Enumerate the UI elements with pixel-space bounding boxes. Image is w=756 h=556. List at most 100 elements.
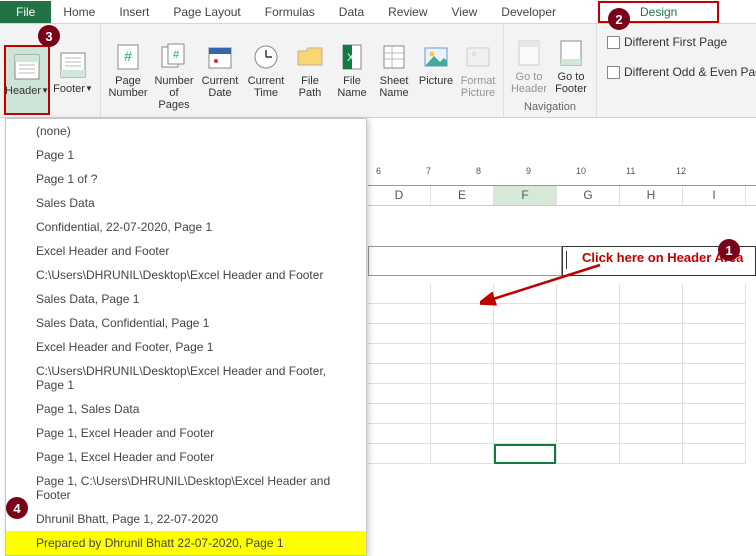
cell[interactable] xyxy=(431,384,494,404)
header-button[interactable]: Header▼ xyxy=(4,45,50,115)
dd-item[interactable]: Confidential, 22-07-2020, Page 1 xyxy=(6,215,366,239)
cell[interactable] xyxy=(557,384,620,404)
cell[interactable] xyxy=(683,384,746,404)
cell[interactable] xyxy=(368,364,431,384)
dd-item[interactable]: Dhrunil Bhatt, Page 1, 22-07-2020 xyxy=(6,507,366,531)
go-to-footer-button[interactable]: Go to Footer xyxy=(550,33,592,99)
different-odd-even-checkbox[interactable]: Different Odd & Even Pag xyxy=(601,62,756,82)
sheet-name-button[interactable]: Sheet Name xyxy=(373,37,415,115)
cell[interactable] xyxy=(683,444,746,464)
worksheet-area: 6 7 8 9 10 11 12 D E F G H I xyxy=(368,118,756,525)
tab-view[interactable]: View xyxy=(440,1,490,23)
cell[interactable] xyxy=(620,324,683,344)
cell[interactable] xyxy=(494,404,557,424)
number-of-pages-button[interactable]: # Number of Pages xyxy=(151,37,197,115)
cell[interactable] xyxy=(683,404,746,424)
cell[interactable] xyxy=(368,304,431,324)
tab-developer[interactable]: Developer xyxy=(489,1,568,23)
cell[interactable] xyxy=(368,384,431,404)
cell[interactable] xyxy=(431,324,494,344)
svg-text:#: # xyxy=(173,49,180,61)
dd-item[interactable]: Page 1, Sales Data xyxy=(6,397,366,421)
dd-item[interactable]: Page 1 of ? xyxy=(6,167,366,191)
cell[interactable] xyxy=(557,324,620,344)
cell[interactable] xyxy=(620,344,683,364)
tab-file[interactable]: File xyxy=(0,1,51,23)
cell[interactable] xyxy=(494,424,557,444)
cell[interactable] xyxy=(620,384,683,404)
file-path-button[interactable]: File Path xyxy=(289,37,331,115)
cell[interactable] xyxy=(620,444,683,464)
cell[interactable] xyxy=(620,404,683,424)
dd-item[interactable]: C:\Users\DHRUNIL\Desktop\Excel Header an… xyxy=(6,263,366,287)
cell[interactable] xyxy=(431,424,494,444)
cell[interactable] xyxy=(431,444,494,464)
cell[interactable] xyxy=(620,364,683,384)
cell[interactable] xyxy=(494,384,557,404)
cell[interactable] xyxy=(557,344,620,364)
cell[interactable] xyxy=(368,344,431,364)
dd-item[interactable]: C:\Users\DHRUNIL\Desktop\Excel Header an… xyxy=(6,359,366,397)
cell[interactable] xyxy=(431,364,494,384)
current-time-button[interactable]: Current Time xyxy=(243,37,289,115)
cell[interactable] xyxy=(368,424,431,444)
cell[interactable] xyxy=(431,404,494,424)
cell[interactable] xyxy=(683,324,746,344)
dd-item[interactable]: Page 1, Excel Header and Footer xyxy=(6,421,366,445)
different-first-page-checkbox[interactable]: Different First Page xyxy=(601,32,733,52)
cell[interactable] xyxy=(557,364,620,384)
cell[interactable] xyxy=(620,424,683,444)
tab-insert[interactable]: Insert xyxy=(107,1,161,23)
current-date-button[interactable]: Current Date xyxy=(197,37,243,115)
col-header[interactable]: F xyxy=(494,186,557,205)
cell[interactable] xyxy=(368,324,431,344)
cell[interactable] xyxy=(368,284,431,304)
cell[interactable] xyxy=(431,344,494,364)
dd-item[interactable]: Sales Data, Page 1 xyxy=(6,287,366,311)
dd-item[interactable]: Page 1 xyxy=(6,143,366,167)
cell[interactable] xyxy=(494,344,557,364)
cell[interactable] xyxy=(494,364,557,384)
cell[interactable] xyxy=(557,444,620,464)
tab-home[interactable]: Home xyxy=(51,1,107,23)
page-number-button[interactable]: # Page Number xyxy=(105,37,151,115)
calendar-icon xyxy=(204,41,236,73)
go-to-header-button[interactable]: Go to Header xyxy=(508,33,550,99)
cell[interactable] xyxy=(683,424,746,444)
dd-item-highlight[interactable]: Prepared by Dhrunil Bhatt 22-07-2020, Pa… xyxy=(6,531,366,555)
dd-item[interactable]: Page 1, Excel Header and Footer xyxy=(6,445,366,469)
format-picture-button[interactable]: Format Picture xyxy=(457,37,499,115)
dd-item[interactable]: (none) xyxy=(6,119,366,143)
dd-item[interactable]: Excel Header and Footer, Page 1 xyxy=(6,335,366,359)
cell[interactable] xyxy=(494,324,557,344)
col-header[interactable]: H xyxy=(620,186,683,205)
cell[interactable] xyxy=(557,424,620,444)
cell[interactable] xyxy=(494,444,557,464)
cell[interactable] xyxy=(620,304,683,324)
footer-button[interactable]: Footer▼ xyxy=(50,45,96,115)
picture-button[interactable]: Picture xyxy=(415,37,457,115)
cell[interactable] xyxy=(683,344,746,364)
cell[interactable] xyxy=(683,284,746,304)
tab-page-layout[interactable]: Page Layout xyxy=(161,1,252,23)
cell[interactable] xyxy=(368,404,431,424)
col-header[interactable]: E xyxy=(431,186,494,205)
tab-data[interactable]: Data xyxy=(327,1,376,23)
cell[interactable] xyxy=(557,404,620,424)
number-of-pages-icon: # xyxy=(158,41,190,73)
dd-item[interactable]: Sales Data, Confidential, Page 1 xyxy=(6,311,366,335)
tab-review[interactable]: Review xyxy=(376,1,439,23)
cell[interactable] xyxy=(683,304,746,324)
dd-item[interactable]: Sales Data xyxy=(6,191,366,215)
col-header[interactable]: I xyxy=(683,186,746,205)
cell[interactable] xyxy=(368,444,431,464)
tab-formulas[interactable]: Formulas xyxy=(253,1,327,23)
dd-item[interactable]: Excel Header and Footer xyxy=(6,239,366,263)
dd-item[interactable]: Page 1, C:\Users\DHRUNIL\Desktop\Excel H… xyxy=(6,469,366,507)
col-header[interactable]: G xyxy=(557,186,620,205)
col-header[interactable]: D xyxy=(368,186,431,205)
ruler-tick: 10 xyxy=(576,166,586,186)
file-name-button[interactable]: X File Name xyxy=(331,37,373,115)
cell[interactable] xyxy=(620,284,683,304)
cell[interactable] xyxy=(683,364,746,384)
